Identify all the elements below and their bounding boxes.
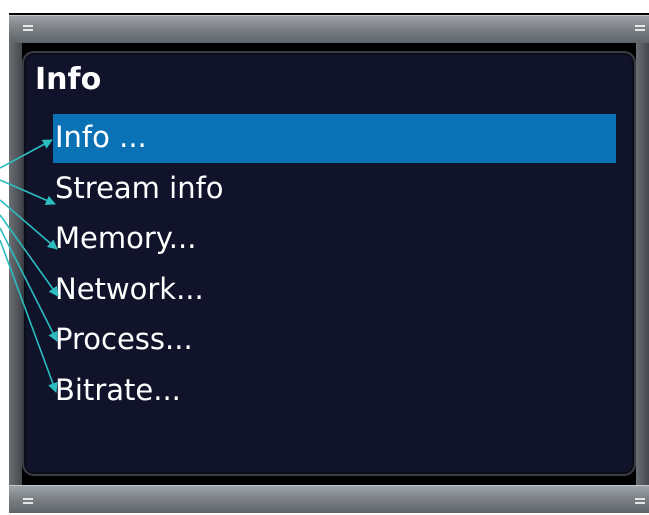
frame-left-border: [9, 43, 22, 485]
info-menu-list: Info ... Stream info Memory... Network..…: [55, 114, 224, 417]
grip-icon: [635, 498, 645, 504]
menu-item-network[interactable]: Network...: [55, 266, 224, 317]
menu-item-stream-info[interactable]: Stream info: [55, 165, 224, 216]
grip-icon: [635, 25, 645, 31]
menu-title: Info: [35, 62, 102, 97]
grip-icon: [23, 498, 33, 504]
menu-item-memory[interactable]: Memory...: [55, 215, 224, 266]
menu-item-info[interactable]: Info ...: [55, 114, 224, 165]
frame-right-border: [636, 43, 649, 485]
grip-icon: [23, 25, 33, 31]
bottom-bar: [9, 485, 649, 513]
title-bar[interactable]: [9, 15, 649, 43]
menu-item-process[interactable]: Process...: [55, 316, 224, 367]
menu-item-bitrate[interactable]: Bitrate...: [55, 367, 224, 418]
